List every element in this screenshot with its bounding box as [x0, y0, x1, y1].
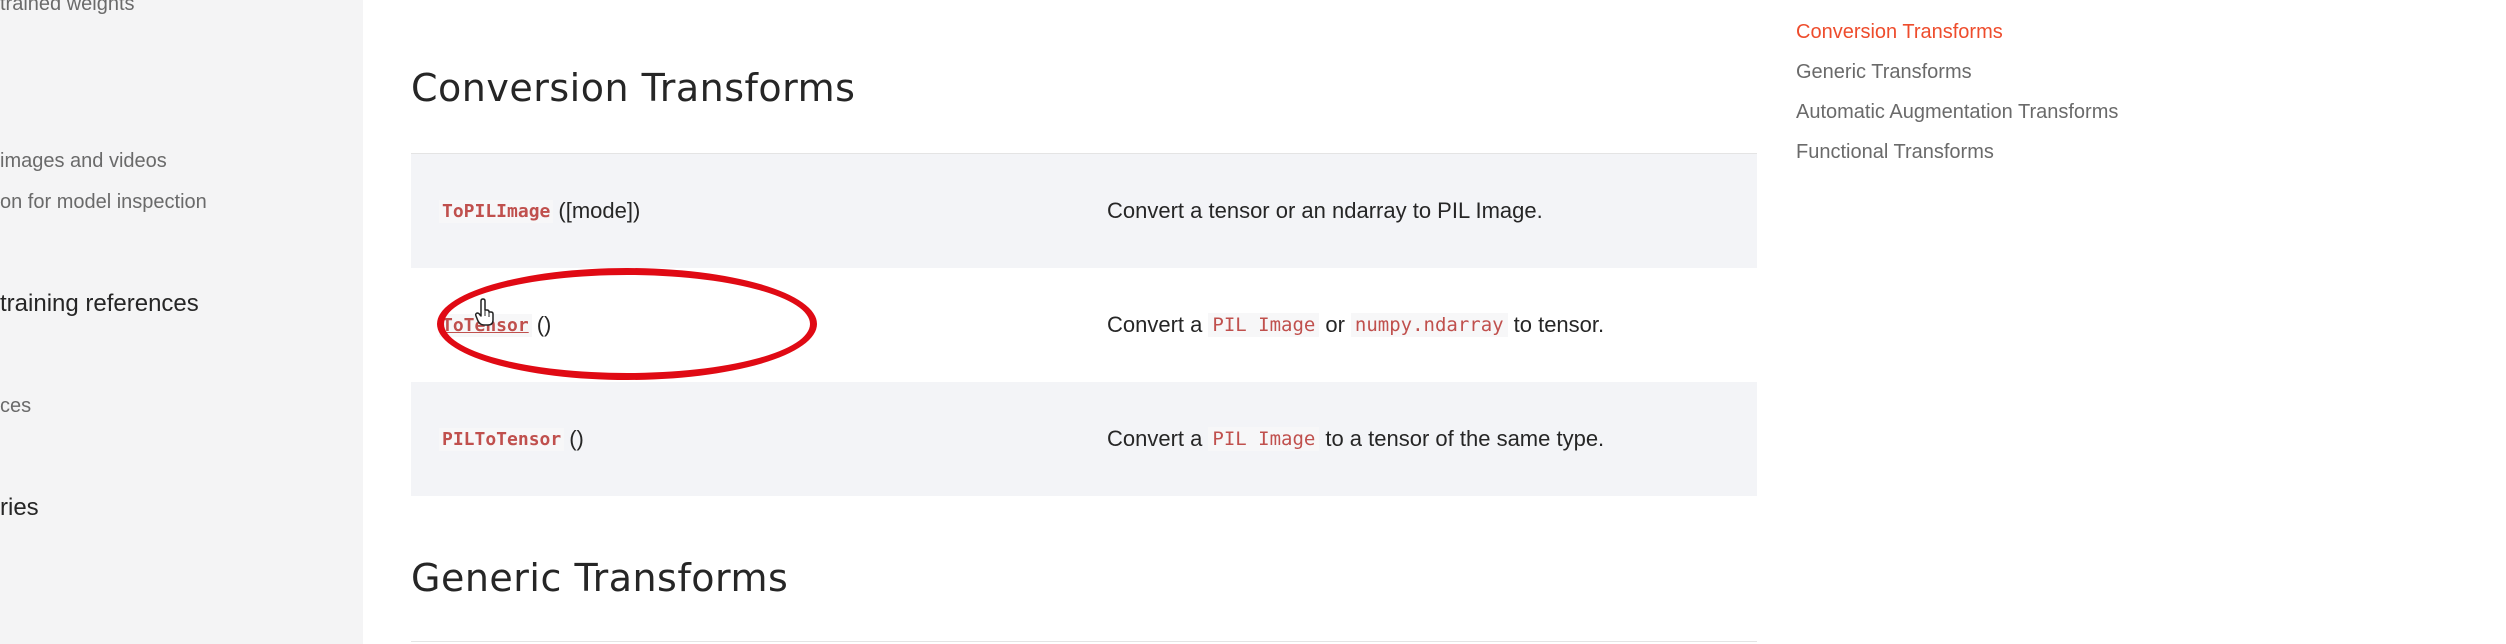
- left-sidebar: trained weights images and videos on for…: [0, 0, 363, 644]
- description-text: Convert a: [1107, 312, 1203, 337]
- sidebar-item-ces[interactable]: ces: [0, 395, 31, 418]
- table-row: PILToTensor () Convert a PIL Image to a …: [411, 382, 1757, 496]
- section-heading-generic: Generic Transforms: [411, 556, 789, 600]
- conversion-transforms-table: ToPILImage ([mode]) Convert a tensor or …: [411, 153, 1757, 496]
- table-top-border: [411, 641, 1757, 642]
- description-text: Convert a: [1107, 426, 1203, 451]
- sidebar-item-model-inspection[interactable]: on for model inspection: [0, 191, 207, 214]
- topilimage-link[interactable]: ToPILImage: [439, 199, 554, 223]
- piltotensor-link[interactable]: PILToTensor: [439, 427, 565, 451]
- sidebar-item-training-references[interactable]: training references: [0, 290, 199, 318]
- description-text: to a tensor of the same type.: [1325, 426, 1605, 451]
- transform-description: Convert a PIL Image or numpy.ndarray to …: [1107, 268, 1604, 382]
- inline-code-pil-image: PIL Image: [1208, 427, 1320, 451]
- table-row: ToTensor () Convert a PIL Image or numpy…: [411, 268, 1757, 382]
- transform-description: Convert a tensor or an ndarray to PIL Im…: [1107, 154, 1543, 268]
- signature-params: (): [569, 426, 584, 451]
- toc-item-functional-transforms[interactable]: Functional Transforms: [1796, 141, 1994, 164]
- section-heading-conversion: Conversion Transforms: [411, 66, 856, 110]
- totensor-link[interactable]: ToTensor: [439, 313, 532, 337]
- sidebar-item-images-videos[interactable]: images and videos: [0, 150, 167, 173]
- sidebar-item-ries[interactable]: ries: [0, 494, 39, 522]
- toc-item-automatic-augmentation[interactable]: Automatic Augmentation Transforms: [1796, 101, 2118, 124]
- transform-description: Convert a PIL Image to a tensor of the s…: [1107, 382, 1604, 496]
- sidebar-item-trained-weights[interactable]: trained weights: [0, 0, 135, 16]
- description-text: to tensor.: [1513, 312, 1605, 337]
- toc-item-conversion-transforms[interactable]: Conversion Transforms: [1796, 21, 2003, 44]
- transform-signature: ToPILImage ([mode]): [439, 154, 640, 268]
- signature-params: (): [536, 312, 552, 337]
- docs-page: trained weights images and videos on for…: [0, 0, 2506, 644]
- description-text: Convert a tensor or an ndarray to PIL Im…: [1107, 198, 1543, 223]
- description-text: or: [1325, 312, 1345, 337]
- inline-code-numpy-ndarray: numpy.ndarray: [1350, 313, 1508, 337]
- signature-params: ([mode]): [558, 198, 641, 223]
- table-row: ToPILImage ([mode]) Convert a tensor or …: [411, 154, 1757, 268]
- transform-signature: PILToTensor (): [439, 382, 584, 496]
- transform-signature: ToTensor (): [439, 268, 551, 382]
- inline-code-pil-image: PIL Image: [1208, 313, 1320, 337]
- toc-item-generic-transforms[interactable]: Generic Transforms: [1796, 61, 1972, 84]
